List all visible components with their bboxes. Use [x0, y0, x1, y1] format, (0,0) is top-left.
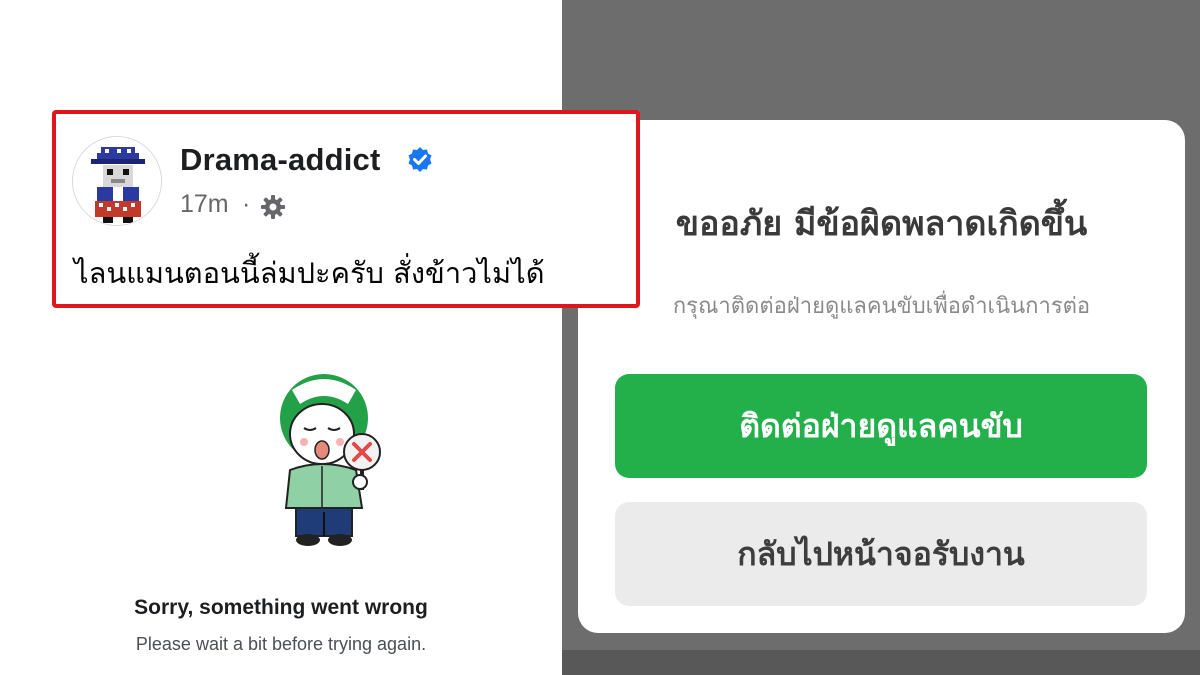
- post-meta-separator: ·: [242, 190, 251, 218]
- gear-icon[interactable]: [260, 194, 286, 220]
- facebook-post-highlight: Drama-addict 17m · ไลนแมนตอนนี้ล่มปะครับ…: [52, 110, 640, 308]
- contact-driver-support-button[interactable]: ติดต่อฝ่ายดูแลคนขับ: [615, 374, 1147, 478]
- right-panel-overlay: ขออภัย มีข้อผิดพลาดเกิดขึ้น กรุณาติดต่อฝ…: [562, 0, 1200, 675]
- post-timestamp[interactable]: 17m: [180, 190, 229, 219]
- back-to-jobs-button[interactable]: กลับไปหน้าจอรับงาน: [615, 502, 1147, 606]
- bottom-bar: [562, 650, 1200, 675]
- verified-badge-icon: [406, 146, 434, 174]
- author-name[interactable]: Drama-addict: [180, 142, 381, 178]
- left-panel: Sorry, something went wrong Please wait …: [0, 0, 562, 675]
- error-subtitle: Please wait a bit before trying again.: [135, 634, 427, 654]
- error-title: Sorry, something went wrong: [134, 596, 428, 619]
- dialog-title: ขออภัย มีข้อผิดพลาดเกิดขึ้น: [675, 204, 1088, 244]
- avatar[interactable]: [72, 136, 162, 226]
- dialog-message: กรุณาติดต่อฝ่ายดูแลคนขับเพื่อดำเนินการต่…: [672, 294, 1091, 319]
- post-text: ไลนแมนตอนนี้ล่มปะครับ สั่งข้าวไม่ได้: [74, 256, 545, 290]
- error-dialog: ขออภัย มีข้อผิดพลาดเกิดขึ้น กรุณาติดต่อฝ…: [578, 120, 1185, 633]
- lineman-mascot-illustration: [270, 370, 400, 550]
